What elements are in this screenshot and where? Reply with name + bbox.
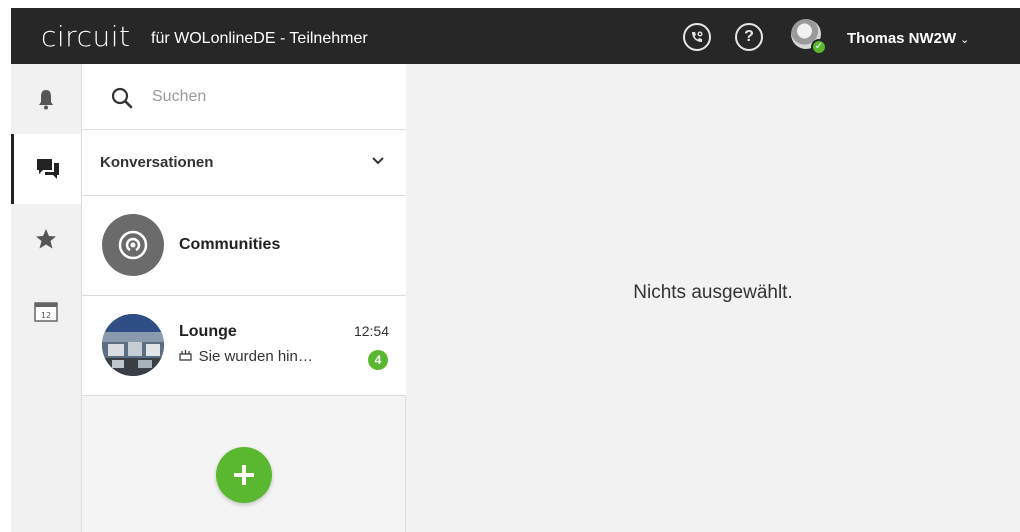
help-button[interactable]: ?: [735, 23, 763, 51]
rail-item-conversations[interactable]: [11, 134, 81, 204]
phone-settings-button[interactable]: [683, 23, 711, 51]
cake-icon: [179, 349, 196, 364]
top-bar: circuit für WOLonlineDE - Teilnehmer ? ✓…: [11, 8, 1020, 64]
navigation-rail: 12: [11, 64, 82, 532]
plus-icon: [234, 465, 254, 485]
chat-bubbles-icon: [36, 159, 59, 179]
rail-item-notifications[interactable]: [11, 64, 81, 134]
communities-avatar: [102, 214, 164, 276]
search-input[interactable]: [152, 84, 382, 110]
conversation-detail-panel: Nichts ausgewählt.: [406, 64, 1020, 532]
search-icon: [111, 87, 133, 109]
help-icon: ?: [744, 28, 754, 45]
tenant-name: für WOLonlineDE - Teilnehmer: [151, 30, 368, 47]
conversation-preview: Sie wurden hin…: [179, 348, 349, 365]
conversation-preview-text: Sie wurden hin…: [198, 348, 313, 365]
brand-logo: circuit: [41, 20, 131, 53]
user-name: Thomas NW2W: [847, 30, 957, 47]
list-item-communities[interactable]: Communities: [82, 196, 406, 296]
new-conversation-button[interactable]: [216, 447, 272, 503]
bell-icon: [39, 90, 53, 110]
conversation-timestamp: 12:54: [353, 323, 389, 339]
empty-state-text: Nichts ausgewählt.: [633, 282, 793, 303]
rail-item-calendar[interactable]: 12: [11, 274, 81, 344]
user-menu[interactable]: Thomas NW2W ⌄: [847, 30, 969, 47]
search-bar: [82, 64, 406, 130]
conversation-list-panel: Konversationen Communities: [82, 64, 406, 532]
conversation-title: Communities: [179, 236, 281, 253]
unread-count-badge: 4: [368, 350, 388, 370]
conversation-title: Lounge: [179, 323, 237, 340]
section-label: Konversationen: [100, 154, 214, 171]
calendar-icon: 12: [34, 302, 58, 322]
status-available-icon: ✓: [811, 39, 827, 55]
app-window: circuit für WOLonlineDE - Teilnehmer ? ✓…: [11, 8, 1020, 532]
star-icon: [36, 229, 56, 249]
communities-broadcast-icon: [118, 230, 148, 260]
user-avatar[interactable]: ✓: [791, 19, 827, 55]
lounge-photo: [102, 314, 164, 376]
rail-item-favorites[interactable]: [11, 204, 81, 274]
chevron-down-icon: ⌄: [960, 34, 970, 46]
conversations-filter-dropdown[interactable]: Konversationen: [82, 130, 406, 196]
lounge-avatar: [102, 314, 164, 376]
list-item-lounge[interactable]: Lounge 12:54 Sie wurden hin… 4: [82, 296, 406, 396]
phone-gear-icon: [692, 31, 703, 42]
calendar-day: 12: [41, 311, 51, 320]
chevron-down-icon: [372, 157, 384, 165]
